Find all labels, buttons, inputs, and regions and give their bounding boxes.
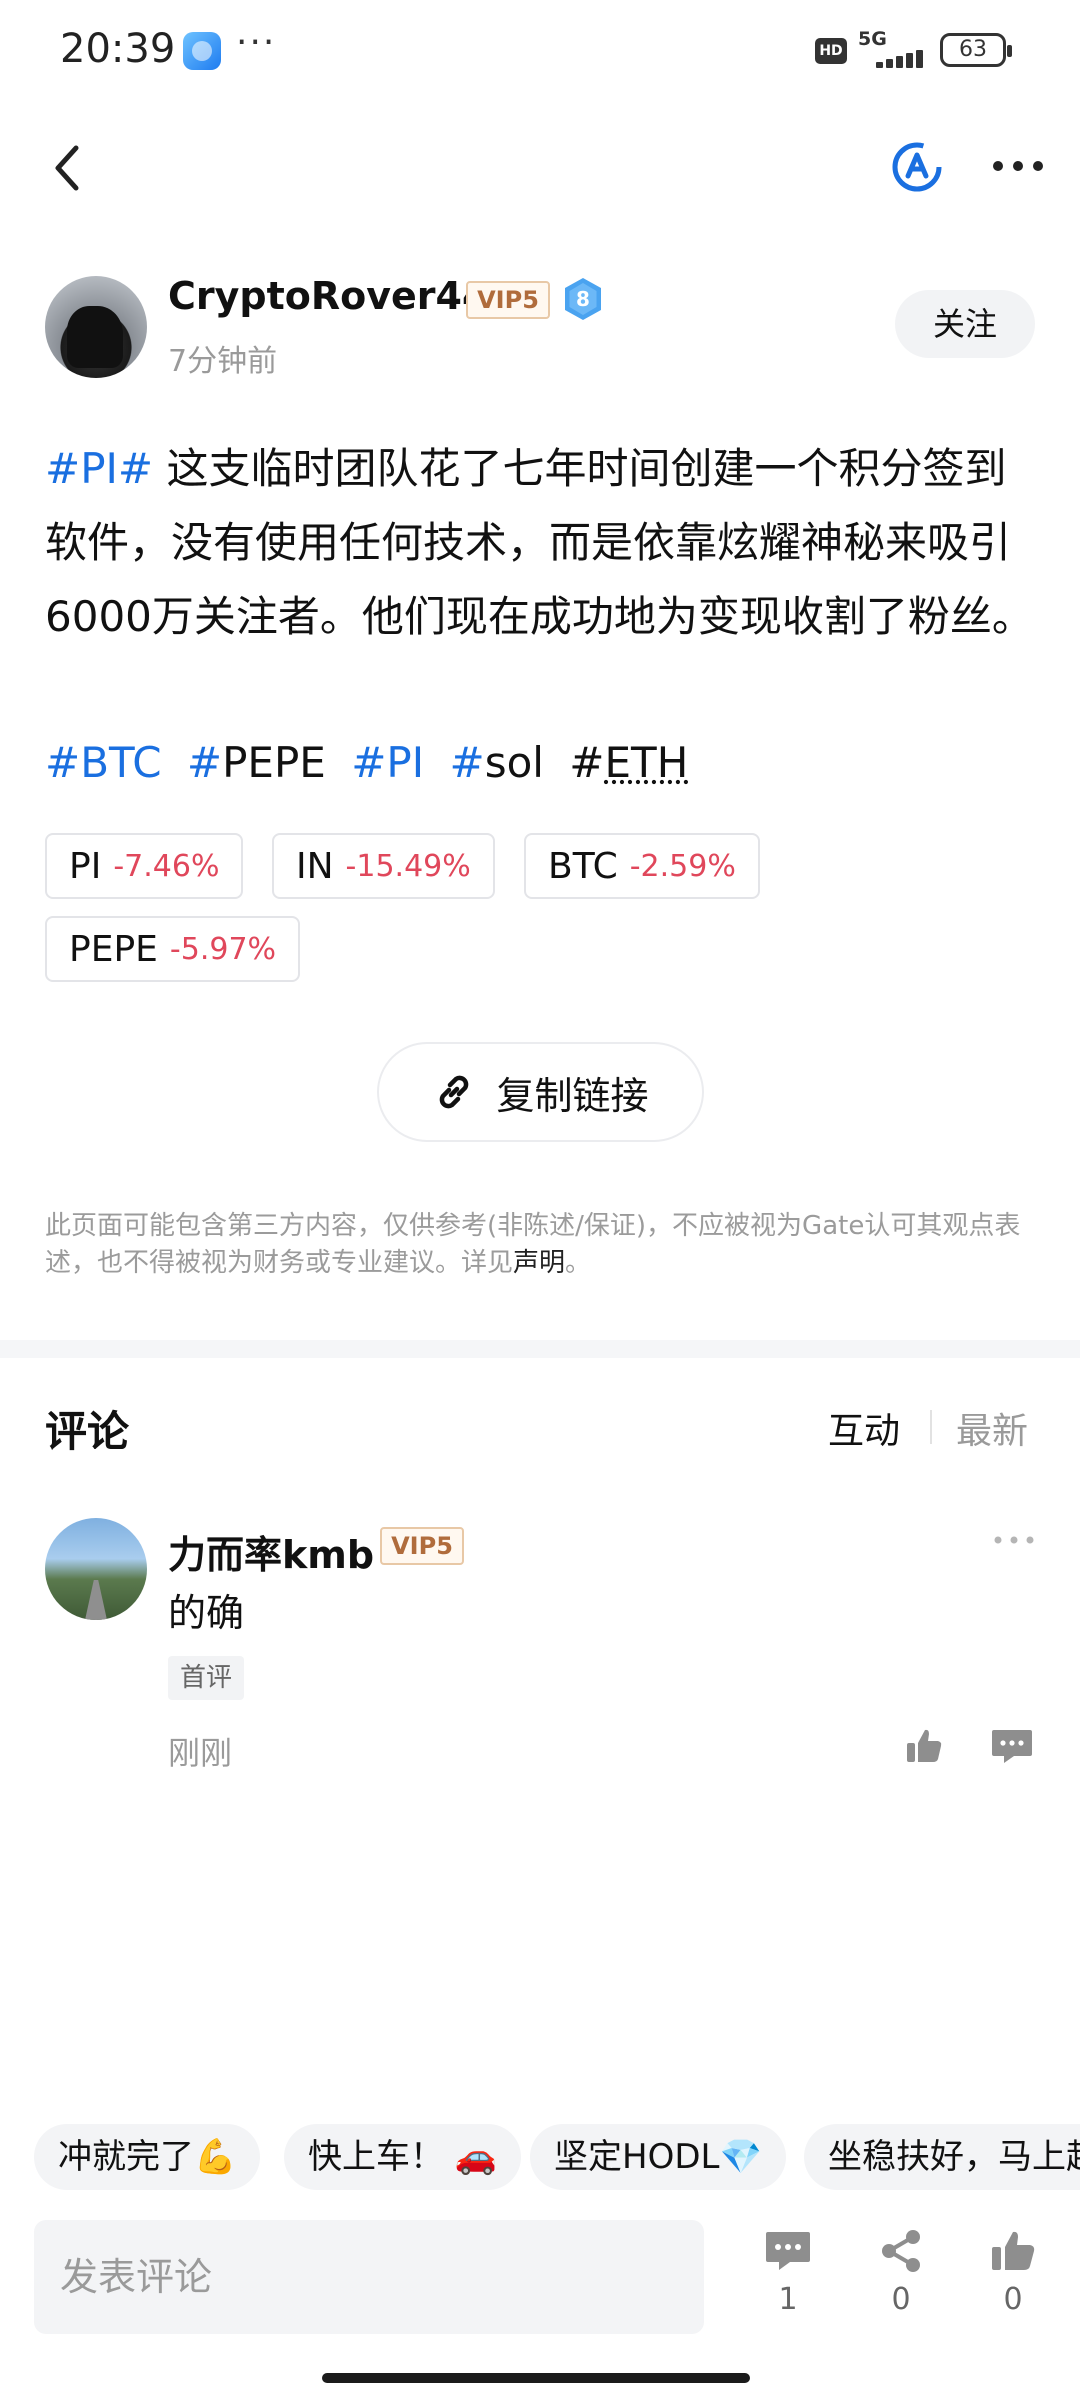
status-time: 20:39 — [60, 26, 176, 72]
home-indicator[interactable] — [322, 2373, 750, 2383]
quick-reply-row: 冲就完了💪 快上车！ 🚗 坚定HODL💎 坐稳扶好，马上起飞 — [0, 2124, 1080, 2194]
level-number: 8 — [576, 287, 590, 311]
coin-chip-btc[interactable]: BTC -2.59% — [524, 833, 760, 899]
like-button[interactable]: 0 — [978, 2228, 1048, 2317]
follow-button[interactable]: 关注 — [895, 290, 1035, 358]
more-horizontal-icon — [994, 1536, 1034, 1544]
vip-badge: VIP5 — [466, 281, 550, 319]
author-name[interactable]: CryptoRover44 — [168, 274, 488, 318]
commenter-vip-badge: VIP5 — [380, 1527, 464, 1565]
coin-symbol: PI — [69, 845, 102, 887]
tab-interact[interactable]: 互动 — [828, 1402, 900, 1454]
translate-icon — [892, 142, 942, 192]
coin-symbol: IN — [296, 845, 334, 887]
post-body-text: 这支临时团队花了七年时间创建一个积分签到软件，没有使用任何技术，而是依靠炫耀神秘… — [45, 444, 1034, 641]
battery-icon: 63 — [940, 33, 1012, 67]
section-divider — [0, 1340, 1080, 1358]
post-body: #PI# 这支临时团队花了七年时间创建一个积分签到软件，没有使用任何技术，而是依… — [45, 432, 1040, 654]
more-notifications-icon: ··· — [236, 22, 277, 63]
translate-button[interactable] — [888, 138, 946, 196]
copy-link-button[interactable]: 复制链接 — [377, 1042, 704, 1142]
level-badge: 8 — [562, 276, 604, 322]
status-bar: 20:39 ··· HD 5G 63 — [0, 0, 1080, 100]
first-comment-badge: 首评 — [168, 1656, 245, 1700]
commenter-avatar[interactable] — [45, 1518, 147, 1620]
coin-change: -15.49% — [345, 848, 471, 884]
copy-link-label: 复制链接 — [496, 1073, 649, 1118]
thumbs-up-icon — [992, 2231, 1035, 2270]
more-horizontal-icon — [993, 161, 1043, 171]
comments-title: 评论 — [45, 1407, 130, 1456]
share-button[interactable]: 0 — [866, 2228, 936, 2317]
signal-icon — [858, 50, 928, 68]
like-count: 0 — [1003, 2282, 1023, 2317]
hashtag-list: #BTC #PEPE #PI #sol #ETH — [45, 728, 700, 798]
topic-hashtag[interactable]: #PI# — [45, 444, 153, 493]
comment-bubble-icon — [766, 2232, 810, 2270]
thumbs-up-icon — [907, 1729, 942, 1762]
back-button[interactable] — [44, 140, 94, 196]
hashtag-btc[interactable]: #BTC — [45, 738, 162, 787]
coin-symbol: PEPE — [69, 928, 158, 970]
comment-time: 刚刚 — [168, 1734, 233, 1772]
tab-separator — [930, 1410, 932, 1444]
coin-change: -5.97% — [169, 931, 277, 967]
coin-symbol: BTC — [548, 845, 618, 887]
coin-chip-pepe[interactable]: PEPE -5.97% — [45, 916, 301, 982]
hashtag-pi[interactable]: #PI — [351, 738, 424, 787]
chevron-left-icon — [55, 145, 79, 191]
comment-more-button[interactable] — [992, 1530, 1036, 1550]
post-time: 7分钟前 — [168, 344, 278, 379]
app-notification-icon — [183, 32, 221, 70]
share-icon — [882, 2230, 920, 2272]
disclaimer: 此页面可能包含第三方内容，仅供参考(非陈述/保证)，不应被视为Gate认可其观点… — [45, 1208, 1040, 1282]
tab-latest[interactable]: 最新 — [956, 1402, 1028, 1454]
coin-change: -7.46% — [113, 848, 220, 884]
hashtag-pepe[interactable]: #PEPE — [187, 738, 326, 787]
comment-reply-button[interactable] — [990, 1726, 1034, 1766]
quick-reply-chip[interactable]: 坚定HODL💎 — [530, 2124, 786, 2190]
author-avatar[interactable] — [45, 276, 147, 378]
more-options-button[interactable] — [990, 146, 1046, 186]
disclaimer-end: 。 — [565, 1248, 592, 1278]
comment-text: 的确 — [168, 1591, 245, 1635]
quick-reply-chip[interactable]: 快上车！ 🚗 — [284, 2124, 522, 2190]
commenter-name[interactable]: 力而率kmb — [168, 1524, 374, 1579]
comment-like-button[interactable] — [904, 1726, 944, 1766]
coin-change: -2.59% — [629, 848, 736, 884]
comment-input[interactable]: 发表评论 — [34, 2220, 704, 2334]
link-icon — [440, 1075, 469, 1109]
hd-icon: HD — [815, 38, 847, 64]
coin-chip-pi[interactable]: PI -7.46% — [45, 833, 244, 899]
quick-reply-chip[interactable]: 坐稳扶好，马上起飞 — [804, 2124, 1080, 2190]
comments-count-button[interactable]: 1 — [753, 2228, 823, 2317]
disclaimer-link[interactable]: 声明 — [513, 1248, 565, 1278]
hashtag-eth[interactable]: #ETH — [569, 738, 688, 787]
coin-chip-in[interactable]: IN -15.49% — [272, 833, 495, 899]
share-count: 0 — [891, 2282, 911, 2317]
hashtag-sol[interactable]: #sol — [449, 738, 543, 787]
hexagon-badge-icon: 8 — [565, 278, 601, 320]
network-type: 5G — [858, 28, 887, 50]
comment-count: 1 — [778, 2282, 798, 2317]
comment-bubble-icon — [992, 1730, 1032, 1763]
quick-reply-chip[interactable]: 冲就完了💪 — [34, 2124, 261, 2190]
